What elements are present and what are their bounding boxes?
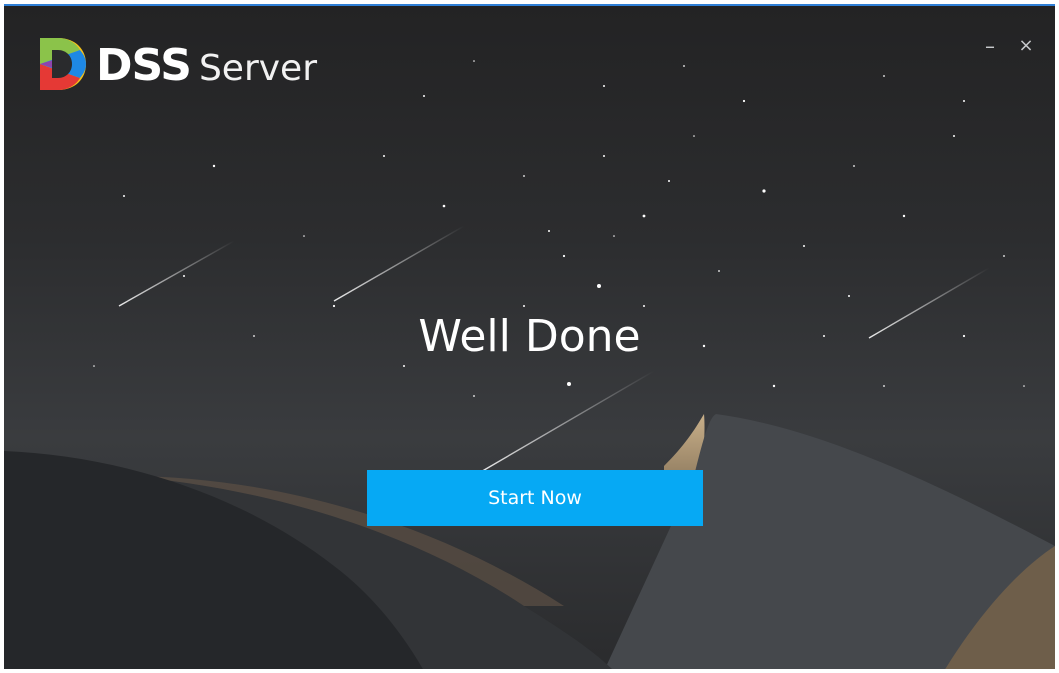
completion-headline: Well Done <box>418 311 641 362</box>
installer-window: DSS Server – × Well Done Start Now <box>4 4 1055 669</box>
brand-product: Server <box>198 48 317 89</box>
close-icon[interactable]: × <box>1014 34 1038 58</box>
brand-name: DSS <box>96 40 192 91</box>
minimize-icon[interactable]: – <box>978 34 1002 58</box>
dss-logo-icon <box>40 38 86 90</box>
app-brand: DSS Server <box>96 44 317 88</box>
title-bar: DSS Server – × <box>4 6 1055 126</box>
start-now-button[interactable]: Start Now <box>367 470 703 526</box>
